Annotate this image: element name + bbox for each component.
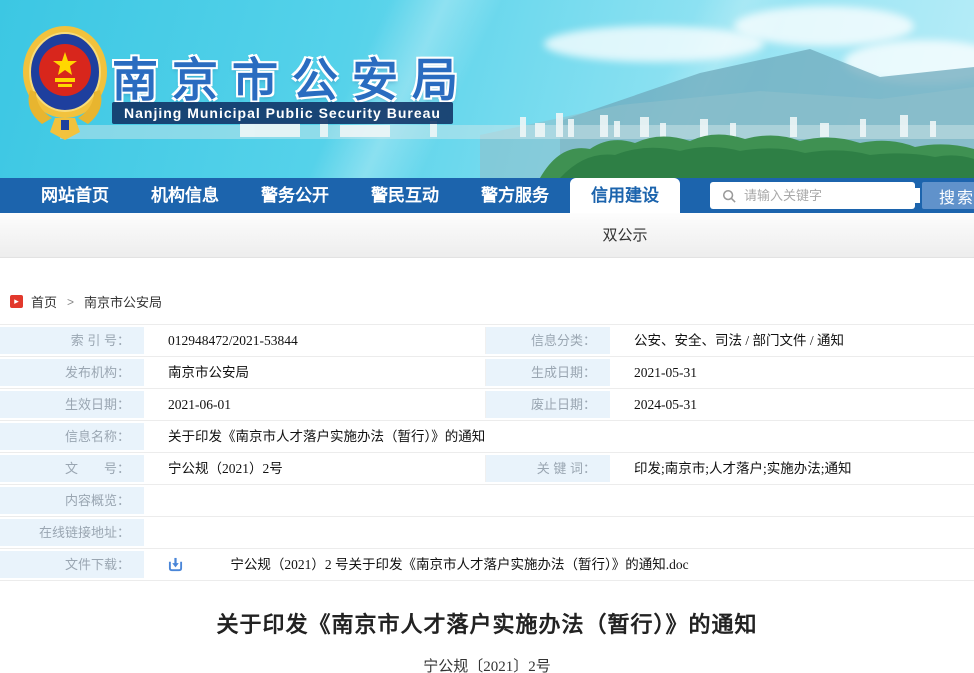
field-value-publish-date: 2021-05-31 — [614, 359, 974, 386]
table-row-publisher: 发布机构： 南京市公安局 生成日期： 2021-05-31 — [0, 357, 974, 389]
field-value-file-download: 宁公规（2021）2 号关于印发《南京市人才落户实施办法（暂行）》的通知.doc — [148, 551, 974, 578]
field-label-effective-date: 生效日期： — [0, 391, 144, 418]
nav-item-home[interactable]: 网站首页 — [20, 178, 130, 213]
breadcrumb: ▸ 首页 > 南京市公安局 — [0, 258, 974, 324]
field-value-expiry-date: 2024-05-31 — [614, 391, 974, 418]
field-label-doc-number: 文 号： — [0, 455, 144, 482]
nav-item-police-disclosure[interactable]: 警务公开 — [240, 178, 350, 213]
field-value-info-category: 公安、安全、司法 / 部门文件 / 通知 — [614, 327, 974, 354]
field-label-keywords: 关 键 词： — [486, 455, 610, 482]
nav-item-org-info[interactable]: 机构信息 — [130, 178, 240, 213]
field-label-file-download: 文件下载： — [0, 551, 144, 578]
search-input[interactable] — [744, 188, 920, 203]
table-row-content-overview: 内容概览： — [0, 485, 974, 517]
download-file-link[interactable]: 宁公规（2021）2 号关于印发《南京市人才落户实施办法（暂行）》的通知.doc — [230, 557, 688, 572]
download-icon[interactable] — [168, 557, 183, 572]
site-subtitle-en: Nanjing Municipal Public Security Bureau — [112, 102, 453, 124]
document-info-table: 索 引 号： 012948472/2021-53844 信息分类： 公安、安全、… — [0, 324, 974, 581]
breadcrumb-current[interactable]: 南京市公安局 — [84, 292, 162, 311]
breadcrumb-home-link[interactable]: 首页 — [31, 292, 57, 311]
search-box — [710, 182, 915, 209]
field-label-info-name: 信息名称： — [0, 423, 144, 450]
field-label-expiry-date: 废止日期： — [486, 391, 610, 418]
field-label-info-category: 信息分类： — [486, 327, 610, 354]
breadcrumb-arrow-icon: ▸ — [10, 295, 23, 308]
nav-item-police-public-interaction[interactable]: 警民互动 — [350, 178, 460, 213]
article-doc-number: 宁公规〔2021〕2号 — [0, 655, 974, 673]
field-value-effective-date: 2021-06-01 — [148, 391, 486, 418]
table-row-online-link: 在线链接地址： — [0, 517, 974, 549]
table-row-index-number: 索 引 号： 012948472/2021-53844 信息分类： 公安、安全、… — [0, 325, 974, 357]
field-label-index-number: 索 引 号： — [0, 327, 144, 354]
submenu-item-double-publicity[interactable]: 双公示 — [602, 213, 647, 258]
table-row-effective-date: 生效日期： 2021-06-01 废止日期： 2024-05-31 — [0, 389, 974, 421]
table-row-doc-number: 文 号： 宁公规（2021）2号 关 键 词： 印发;南京市;人才落户;实施办法… — [0, 453, 974, 485]
field-label-online-link: 在线链接地址： — [0, 519, 144, 546]
field-value-doc-number: 宁公规（2021）2号 — [148, 455, 486, 482]
field-value-online-link — [148, 519, 974, 546]
field-value-keywords: 印发;南京市;人才落户;实施办法;通知 — [614, 455, 974, 482]
search-icon — [722, 189, 736, 203]
search-button[interactable]: 搜索 — [922, 182, 974, 209]
field-value-publisher: 南京市公安局 — [148, 359, 486, 386]
article-title: 关于印发《南京市人才落户实施办法（暂行）》的通知 — [0, 607, 974, 639]
field-label-publish-date: 生成日期： — [486, 359, 610, 386]
nav-item-police-services[interactable]: 警方服务 — [460, 178, 570, 213]
table-row-file-download: 文件下载： 宁公规（2021）2 号关于印发《南京市人才落户实施办法（暂行）》的… — [0, 549, 974, 581]
field-value-index-number: 012948472/2021-53844 — [148, 327, 486, 354]
site-header: 南京市公安局 Nanjing Municipal Public Security… — [0, 0, 974, 178]
field-value-info-name: 关于印发《南京市人才落户实施办法（暂行）》的通知 — [148, 423, 974, 450]
nav-item-credit-construction[interactable]: 信用建设 — [570, 178, 680, 213]
field-label-publisher: 发布机构： — [0, 359, 144, 386]
breadcrumb-separator: > — [67, 295, 74, 309]
site-title: 南京市公安局 — [112, 44, 472, 110]
table-row-info-name: 信息名称： 关于印发《南京市人才落户实施办法（暂行）》的通知 — [0, 421, 974, 453]
main-nav: 网站首页 机构信息 警务公开 警民互动 警方服务 信用建设 搜索 — [0, 178, 974, 213]
field-label-content-overview: 内容概览： — [0, 487, 144, 514]
field-value-content-overview — [148, 487, 974, 514]
police-badge-logo — [22, 20, 108, 146]
submenu-bar: 双公示 — [0, 213, 974, 258]
